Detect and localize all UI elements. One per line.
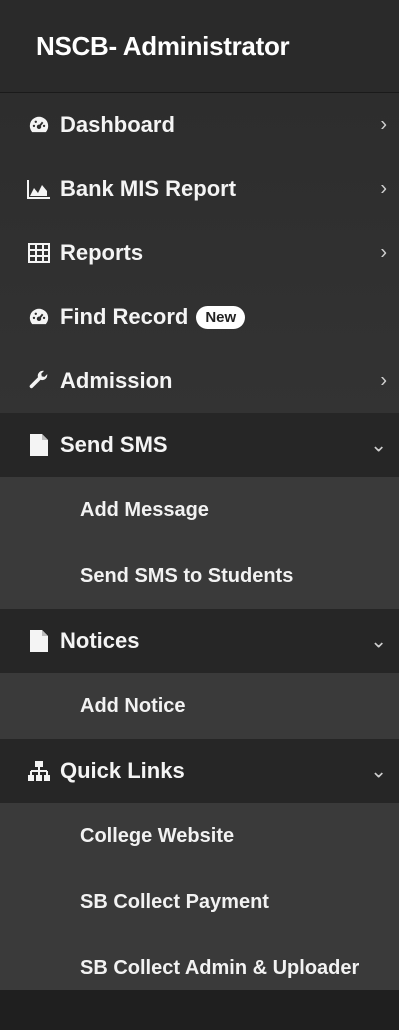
- submenu-item-add-notice[interactable]: Add Notice: [0, 673, 399, 739]
- brand-title[interactable]: NSCB- Administrator: [0, 0, 399, 93]
- sidebar-item-label: Quick Links: [60, 758, 185, 783]
- dashboard-icon: [26, 304, 52, 330]
- chevron-right-icon: ›: [380, 369, 387, 392]
- chevron-down-icon: ⌄: [370, 760, 387, 783]
- sidebar-item-label: Send SMS: [60, 432, 168, 457]
- submenu-item-add-message[interactable]: Add Message: [0, 477, 399, 543]
- sidebar-item-admission[interactable]: Admission ›: [0, 349, 399, 413]
- sidebar-item-quick-links[interactable]: Quick Links ⌄: [0, 739, 399, 803]
- sidebar: NSCB- Administrator Dashboard › Bank MIS…: [0, 0, 399, 1030]
- dashboard-icon: [26, 112, 52, 138]
- chevron-down-icon: ⌄: [370, 434, 387, 457]
- sidebar-footer: [0, 990, 399, 1030]
- sidebar-item-send-sms[interactable]: Send SMS ⌄: [0, 413, 399, 477]
- sidebar-menu: Dashboard › Bank MIS Report › Reports › …: [0, 93, 399, 1001]
- area-chart-icon: [26, 176, 52, 202]
- submenu-send-sms: Add Message Send SMS to Students: [0, 477, 399, 609]
- submenu-item-send-sms-to-students[interactable]: Send SMS to Students: [0, 543, 399, 609]
- sidebar-item-reports[interactable]: Reports ›: [0, 221, 399, 285]
- sidebar-item-label: Admission: [60, 368, 173, 393]
- chevron-right-icon: ›: [380, 241, 387, 264]
- sidebar-item-dashboard[interactable]: Dashboard ›: [0, 93, 399, 157]
- submenu-item-college-website[interactable]: College Website: [0, 803, 399, 869]
- submenu-item-sb-collect-payment[interactable]: SB Collect Payment: [0, 869, 399, 935]
- table-icon: [26, 240, 52, 266]
- sidebar-item-label: Dashboard: [60, 112, 175, 137]
- sidebar-item-bank-mis-report[interactable]: Bank MIS Report ›: [0, 157, 399, 221]
- chevron-right-icon: ›: [380, 113, 387, 136]
- sidebar-item-label: Bank MIS Report: [60, 176, 237, 201]
- sidebar-item-find-record[interactable]: Find Record New: [0, 285, 399, 349]
- chevron-right-icon: ›: [380, 177, 387, 200]
- sidebar-item-label: Find Record: [60, 304, 189, 329]
- file-icon: [26, 628, 52, 654]
- wrench-icon: [26, 368, 52, 394]
- sidebar-item-notices[interactable]: Notices ⌄: [0, 609, 399, 673]
- chevron-down-icon: ⌄: [370, 630, 387, 653]
- sidebar-item-label: Notices: [60, 628, 140, 653]
- file-icon: [26, 432, 52, 458]
- submenu-notices: Add Notice: [0, 673, 399, 739]
- new-badge: New: [196, 305, 246, 329]
- submenu-quick-links: College Website SB Collect Payment SB Co…: [0, 803, 399, 1001]
- sitemap-icon: [26, 758, 52, 784]
- sidebar-item-label: Reports: [60, 240, 144, 265]
